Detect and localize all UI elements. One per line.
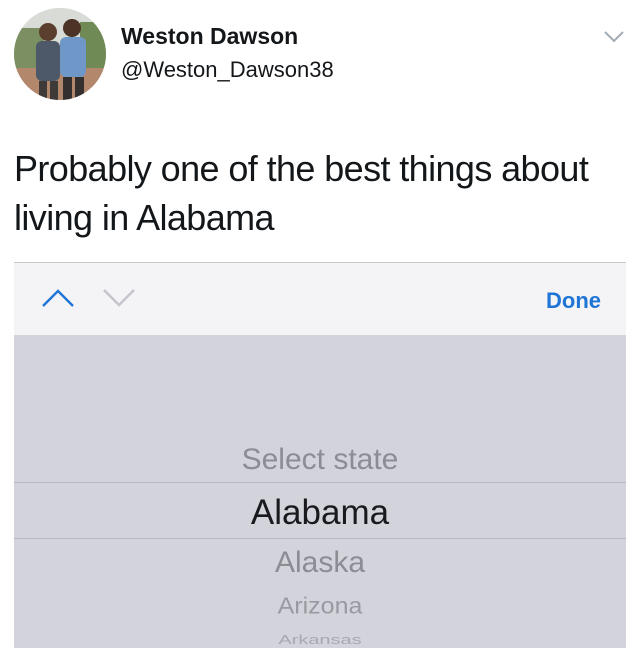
chevron-up-icon[interactable] [41,288,75,308]
avatar[interactable] [14,8,106,100]
avatar-photo [14,8,106,100]
embedded-screenshot: Done Select state Alabama Alaska Arizona… [14,262,626,648]
selection-top-divider [14,482,626,483]
done-button[interactable]: Done [546,288,601,314]
author-handle[interactable]: @Weston_Dawson38 [121,57,334,83]
picker-option[interactable]: Alaska [14,546,626,580]
state-picker[interactable]: Select state Alabama Alaska Arizona Arka… [14,335,626,648]
picker-selected-option[interactable]: Alabama [14,493,626,533]
tweet-text: Probably one of the best things about li… [14,148,589,238]
keyboard-toolbar: Done [14,263,626,335]
picker-option[interactable]: Arizona [14,593,626,620]
chevron-down-icon[interactable] [102,288,136,308]
selection-bottom-divider [14,538,626,539]
picker-prompt[interactable]: Select state [14,443,626,477]
picker-option[interactable]: Arkansas [14,633,626,648]
chevron-down-icon[interactable] [603,30,625,44]
author-name[interactable]: Weston Dawson [121,23,298,50]
